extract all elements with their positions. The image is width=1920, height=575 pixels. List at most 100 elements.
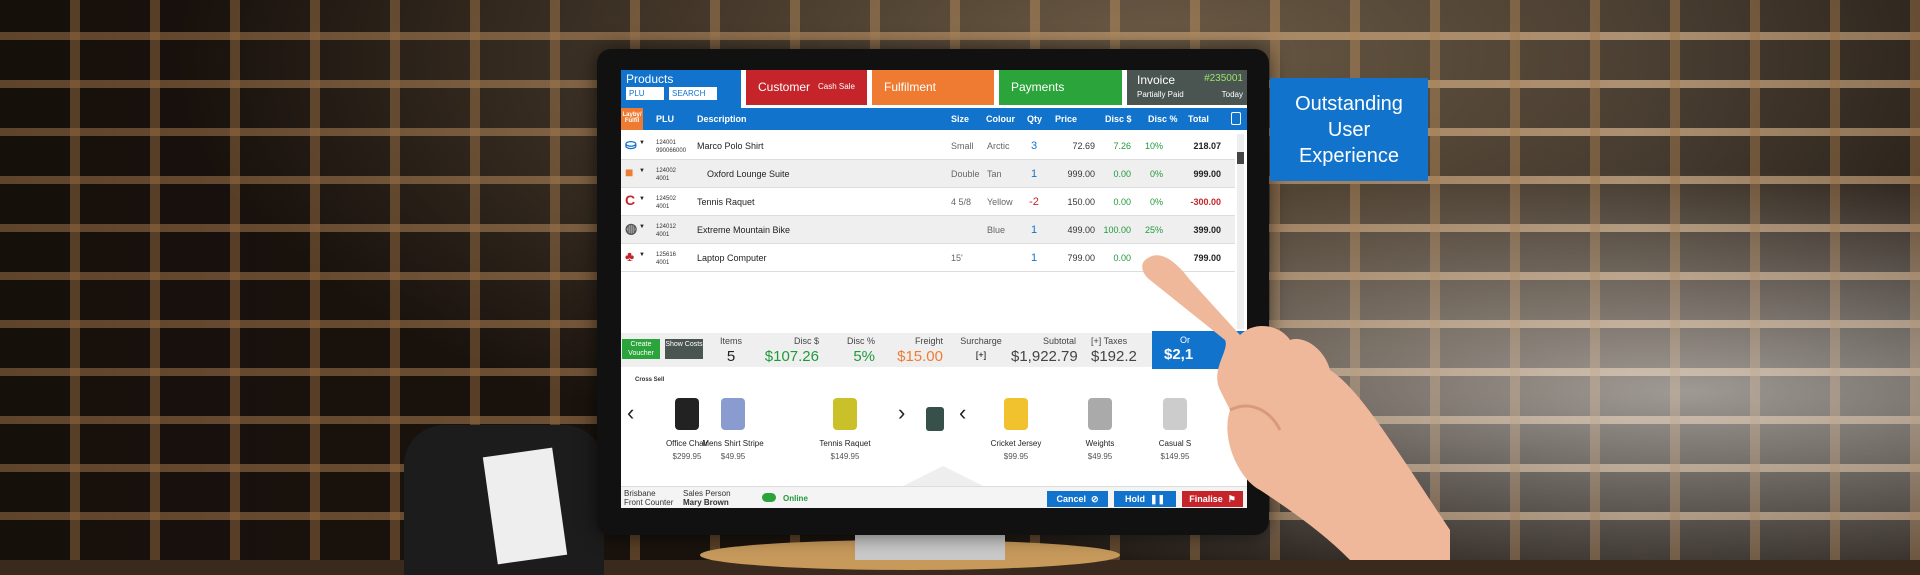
plu-sub-code: 4001 (656, 176, 670, 182)
price: 150.00 (1067, 197, 1095, 207)
col-description[interactable]: Description (697, 114, 747, 124)
freight-value: $15.00 (897, 348, 943, 365)
product-image (833, 398, 857, 430)
cancel-button[interactable]: Cancel ⊘ (1047, 491, 1108, 507)
product-image (1004, 398, 1028, 430)
qty[interactable]: 1 (1027, 168, 1041, 180)
pointing-hand (1142, 255, 1450, 560)
plu-sub-code: 4001 (656, 204, 670, 210)
return-icon[interactable]: C (625, 192, 635, 208)
disc-total: $107.26 (764, 348, 819, 365)
sales-person-name: Mary Brown (683, 498, 729, 507)
disc-amount: 0.00 (1113, 253, 1131, 263)
cross-sell-name: Mens Shirt Stripe (702, 439, 764, 448)
col-colour[interactable]: Colour (986, 114, 1015, 124)
disc-amount: 100.00 (1103, 225, 1131, 235)
col-disc-amt[interactable]: Disc $ (1105, 114, 1132, 124)
cross-sell-title: Cross Sell (635, 377, 665, 383)
chevron-left-icon[interactable]: ‹ (959, 400, 966, 426)
table-row[interactable]: C ▼ 124502 4001 Tennis Raquet 4 5/8 Yell… (621, 188, 1235, 216)
disc-amount: 7.26 (1113, 141, 1131, 151)
line-total: 399.00 (1193, 225, 1221, 235)
size: Double (951, 169, 980, 179)
col-disc-pct[interactable]: Disc % (1148, 114, 1178, 124)
dropdown-icon[interactable]: ▼ (639, 140, 645, 146)
pct-label: Disc % (846, 336, 875, 346)
tab-products[interactable]: Products PLU SEARCH (621, 70, 741, 108)
dropdown-icon[interactable]: ▼ (639, 168, 645, 174)
invoice-number: #235001 (1204, 73, 1243, 84)
col-plu[interactable]: PLU (656, 114, 674, 124)
product-image (675, 398, 699, 430)
items-count: 5 (726, 348, 736, 365)
invoice-status: Partially Paid (1137, 90, 1184, 99)
chevron-right-icon[interactable]: › (898, 400, 905, 426)
price: 72.69 (1072, 141, 1095, 151)
search-input[interactable]: SEARCH (669, 87, 717, 100)
tab-label: Fulfilment (884, 80, 937, 94)
sales-person[interactable]: Sales Person Mary Brown (683, 489, 731, 507)
basket-icon[interactable]: ⛀ (625, 136, 637, 153)
tab-customer[interactable]: Customer Cash Sale (746, 70, 867, 105)
create-voucher-button[interactable]: Create Voucher (622, 339, 660, 359)
pct-total: 5% (853, 348, 875, 365)
description: Oxford Lounge Suite (707, 169, 790, 179)
cross-sell-price: $99.95 (1003, 452, 1029, 461)
colour: Blue (987, 225, 1006, 235)
calculator-icon[interactable] (1231, 112, 1241, 125)
col-layby[interactable]: Layby/ Fulfil (621, 108, 643, 130)
cross-sell-price: $49.95 (720, 452, 746, 461)
subtotal-label: Subtotal (1042, 336, 1076, 346)
online-status: Online (783, 494, 808, 503)
disc-amount: 0.00 (1113, 197, 1131, 207)
table-row[interactable]: ■ ▼ 124002 4001 Oxford Lounge Suite Doub… (621, 160, 1235, 188)
col-price[interactable]: Price (1055, 114, 1077, 124)
line-total: 218.07 (1193, 141, 1221, 151)
plu-sub-code: 4001 (656, 260, 670, 266)
invoice-date: Today (1221, 90, 1243, 99)
tab-fulfilment[interactable]: Fulfilment (872, 70, 994, 105)
tab-label: Products (626, 72, 674, 86)
chevron-left-icon[interactable]: ‹ (627, 400, 634, 426)
description: Marco Polo Shirt (697, 141, 764, 151)
plu-sub-code: 990066000 (656, 148, 687, 154)
dropdown-icon[interactable]: ▼ (639, 224, 645, 230)
truck-icon[interactable]: ■ (625, 164, 633, 180)
table-row[interactable]: ⛀ ▼ 124001 990066000 Marco Polo Shirt Sm… (621, 132, 1235, 160)
globe-icon[interactable]: ◍ (625, 220, 637, 237)
col-total[interactable]: Total (1188, 114, 1209, 124)
table-header: Layby/ Fulfil PLU Description Size Colou… (621, 108, 1247, 130)
qty[interactable]: -2 (1027, 196, 1041, 208)
price: 999.00 (1067, 169, 1095, 179)
dropdown-icon[interactable]: ▼ (639, 196, 645, 202)
col-size[interactable]: Size (951, 114, 969, 124)
show-costs-button[interactable]: Show Costs (665, 339, 703, 359)
items-label: Items (719, 336, 742, 346)
surcharge-add-button[interactable]: [+] (956, 350, 1006, 360)
qty[interactable]: 3 (1027, 140, 1041, 152)
swipe-icon (926, 407, 944, 431)
surcharge-label: Surcharge (960, 336, 1002, 346)
line-total: 999.00 (1193, 169, 1221, 179)
disc-percent: 0% (1149, 197, 1163, 207)
tab-payments[interactable]: Payments (999, 70, 1122, 105)
plu-input[interactable]: PLU (626, 87, 664, 100)
size: Small (951, 141, 974, 151)
col-qty[interactable]: Qty (1027, 114, 1042, 124)
register-name: Front Counter (624, 498, 674, 507)
dropdown-icon[interactable]: ▼ (639, 252, 645, 258)
people-icon[interactable]: ♣ (625, 248, 634, 264)
qty[interactable]: 1 (1027, 252, 1041, 264)
colour: Tan (987, 169, 1002, 179)
tab-invoice[interactable]: Invoice #235001 Partially Paid Today (1127, 70, 1247, 105)
cross-sell-name: Weights (1085, 439, 1115, 448)
description: Laptop Computer (697, 253, 767, 263)
plu-code: 124012 (656, 224, 677, 230)
price: 499.00 (1067, 225, 1095, 235)
panel-handle[interactable] (903, 466, 983, 486)
disc-amount: 0.00 (1113, 169, 1131, 179)
qty[interactable]: 1 (1027, 224, 1041, 236)
size: 15' (951, 253, 963, 263)
cancel-icon: ⊘ (1090, 493, 1099, 504)
plu-sub-code: 4001 (656, 232, 670, 238)
